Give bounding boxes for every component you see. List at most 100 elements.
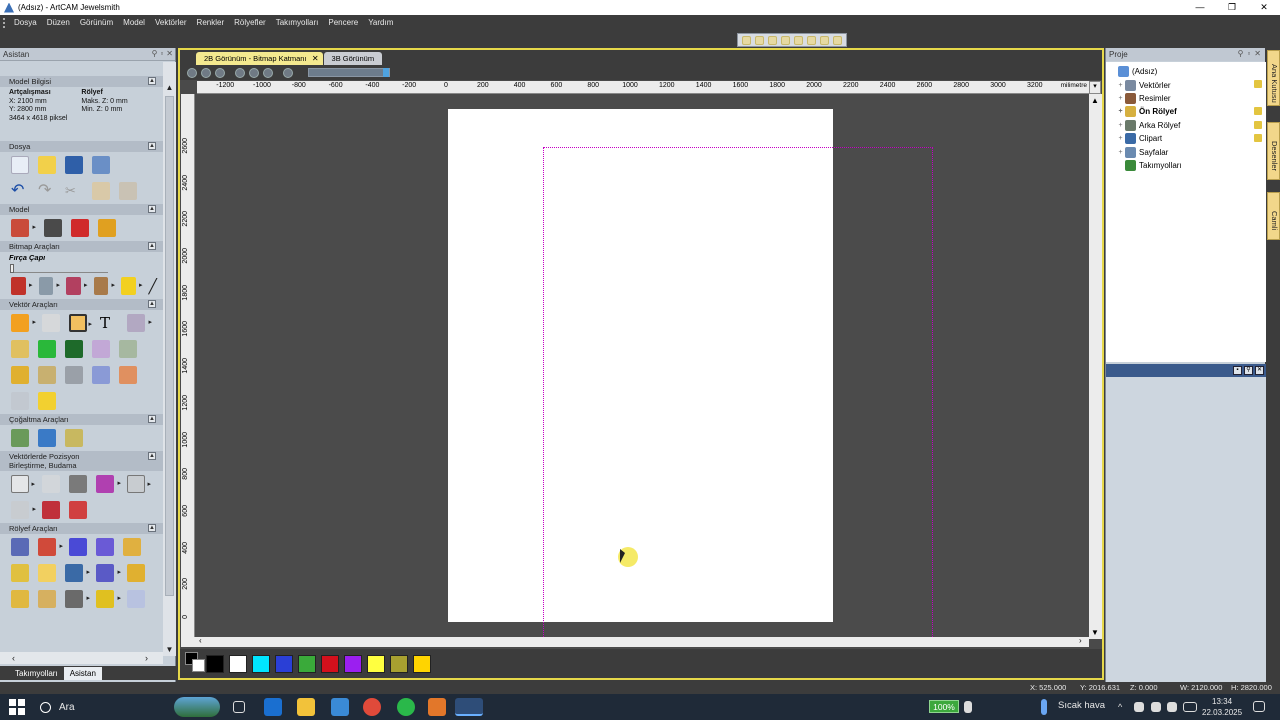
- minimize-button[interactable]: —: [1184, 0, 1216, 15]
- subtract-icon[interactable]: [127, 475, 151, 493]
- toolbar-tool-icon[interactable]: [742, 35, 751, 45]
- relief-layer-icon[interactable]: [11, 538, 29, 556]
- pan-icon[interactable]: [263, 67, 273, 78]
- model-relief-icon[interactable]: [71, 219, 89, 237]
- vector-ring-icon[interactable]: [92, 366, 110, 384]
- app-orange-icon[interactable]: [428, 698, 446, 716]
- project-tree-item[interactable]: + Arka Rölyef: [1106, 119, 1266, 132]
- pipette-icon[interactable]: [66, 277, 87, 295]
- project-tree-item[interactable]: + Ön Rölyef: [1106, 105, 1266, 118]
- toolbar-tool-icon[interactable]: [807, 35, 816, 45]
- panel-close-icon[interactable]: ✕: [166, 49, 173, 58]
- relief-smooth-icon[interactable]: [65, 564, 90, 582]
- bitmap-vector-icon[interactable]: [121, 277, 142, 295]
- taskbar-search[interactable]: Ara: [32, 694, 222, 720]
- cut-icon[interactable]: ✂: [65, 182, 83, 200]
- pin-icon[interactable]: ⚲: [152, 49, 158, 58]
- menu-duzen[interactable]: Düzen: [42, 15, 75, 31]
- relief-spin-icon[interactable]: [123, 538, 141, 556]
- align-icon[interactable]: [11, 475, 35, 493]
- collapse-icon[interactable]: ▲: [148, 142, 156, 150]
- tab-toolbox[interactable]: Ana Kutusu: [1267, 50, 1280, 106]
- brush-size-slider[interactable]: [10, 263, 108, 273]
- copy-tools-header[interactable]: Çoğaltma Araçları ▲: [0, 414, 163, 425]
- palette-swatch[interactable]: [206, 654, 224, 673]
- layer-visibility-icon[interactable]: [1254, 107, 1262, 116]
- model-info-header[interactable]: Model Bilgisi ▲: [0, 76, 163, 87]
- collapse-icon[interactable]: ▲: [148, 452, 156, 460]
- relief-weight-icon[interactable]: [96, 590, 121, 608]
- open-folder-icon[interactable]: [38, 156, 56, 174]
- panel-close-icon[interactable]: ✕: [1255, 366, 1264, 375]
- relief-shape-icon[interactable]: [38, 538, 63, 556]
- toolbar-tool-icon[interactable]: [768, 35, 777, 45]
- pin-icon[interactable]: ⚲: [1244, 366, 1253, 375]
- dock-icon[interactable]: ▪: [1233, 366, 1242, 375]
- redo-icon[interactable]: ↷: [38, 182, 56, 200]
- close-button[interactable]: ✕: [1248, 0, 1280, 15]
- vector-arc-icon[interactable]: [11, 366, 29, 384]
- collapse-icon[interactable]: ▲: [148, 524, 156, 532]
- palette-swatch[interactable]: [367, 654, 385, 673]
- smooth-icon[interactable]: [11, 501, 36, 519]
- fill-icon[interactable]: [38, 277, 59, 295]
- toolbar-tool-icon[interactable]: [794, 35, 803, 45]
- scroll-thumb[interactable]: [165, 96, 174, 596]
- project-tree-item[interactable]: + Sayfalar: [1106, 145, 1266, 158]
- zoom-slider[interactable]: [308, 68, 390, 77]
- expand-icon[interactable]: +: [1116, 108, 1125, 115]
- floating-toolbar[interactable]: [737, 33, 847, 47]
- relief-star-icon[interactable]: [69, 538, 87, 556]
- volume-icon[interactable]: [1134, 702, 1144, 712]
- model-section-header[interactable]: Model ▲: [0, 204, 163, 215]
- menu-renkler[interactable]: Renkler: [192, 15, 230, 31]
- maximize-button[interactable]: ❐: [1216, 0, 1248, 15]
- zoom-box-icon[interactable]: [249, 67, 259, 78]
- menu-rolyefler[interactable]: Rölyefler: [229, 15, 271, 31]
- vector-edit-icon[interactable]: [127, 314, 152, 332]
- float-icon[interactable]: ▫: [160, 49, 163, 58]
- pin-icon[interactable]: ⚲: [1238, 49, 1244, 58]
- expand-icon[interactable]: +: [1116, 135, 1125, 142]
- vector-curve-icon[interactable]: [119, 366, 137, 384]
- relief-cup-icon[interactable]: [11, 590, 29, 608]
- menu-pencere[interactable]: Pencere: [323, 15, 363, 31]
- relief-tools-header[interactable]: Rölyef Araçları ▲: [0, 523, 163, 534]
- relief-plane-icon[interactable]: [96, 564, 121, 582]
- pen-icon[interactable]: ╱: [149, 277, 164, 295]
- vector-grid-icon[interactable]: [65, 340, 83, 358]
- relief-castle-icon[interactable]: [127, 590, 145, 608]
- vector-trim-icon[interactable]: [65, 366, 83, 384]
- model-size-icon[interactable]: [44, 219, 62, 237]
- ruler-options-icon[interactable]: ▾: [1089, 81, 1101, 94]
- paint-brush-icon[interactable]: [11, 277, 32, 295]
- menu-gorunum[interactable]: Görünüm: [75, 15, 118, 31]
- file-explorer-icon[interactable]: [297, 698, 315, 716]
- canvas-hscrollbar[interactable]: ‹ ›: [181, 636, 1089, 647]
- zoom-out-icon[interactable]: [201, 67, 211, 78]
- project-tree-item[interactable]: + Vektörler: [1106, 78, 1266, 91]
- paste-icon[interactable]: [119, 182, 137, 200]
- zoom-previous-icon[interactable]: [215, 67, 225, 78]
- tab-close-icon[interactable]: ✕: [312, 52, 319, 65]
- vector-corner-icon[interactable]: [38, 366, 56, 384]
- zoom-in-icon[interactable]: [187, 67, 197, 78]
- canvas-vscrollbar[interactable]: ▲ ▼: [1089, 94, 1102, 639]
- tab-assistant[interactable]: Asistan: [63, 666, 102, 680]
- artcam-taskbar-icon[interactable]: [455, 698, 483, 716]
- text-icon[interactable]: T: [100, 314, 118, 332]
- model-settings-icon[interactable]: [11, 219, 36, 237]
- background-color[interactable]: [192, 659, 205, 672]
- palette-swatch[interactable]: [413, 654, 431, 673]
- palette-swatch[interactable]: [344, 654, 362, 673]
- nest-copy-icon[interactable]: [65, 429, 83, 447]
- relief-sculpt-icon[interactable]: [38, 564, 56, 582]
- network-icon[interactable]: [1151, 702, 1161, 712]
- nodes-circle-icon[interactable]: [42, 475, 60, 493]
- keyboard-icon[interactable]: [1183, 702, 1197, 712]
- zoom-indicator[interactable]: 100%: [929, 700, 959, 713]
- new-file-icon[interactable]: [11, 156, 29, 174]
- expand-icon[interactable]: +: [1116, 82, 1125, 89]
- menu-takimyollari[interactable]: Takımyolları: [271, 15, 324, 31]
- collapse-icon[interactable]: ▲: [148, 242, 156, 250]
